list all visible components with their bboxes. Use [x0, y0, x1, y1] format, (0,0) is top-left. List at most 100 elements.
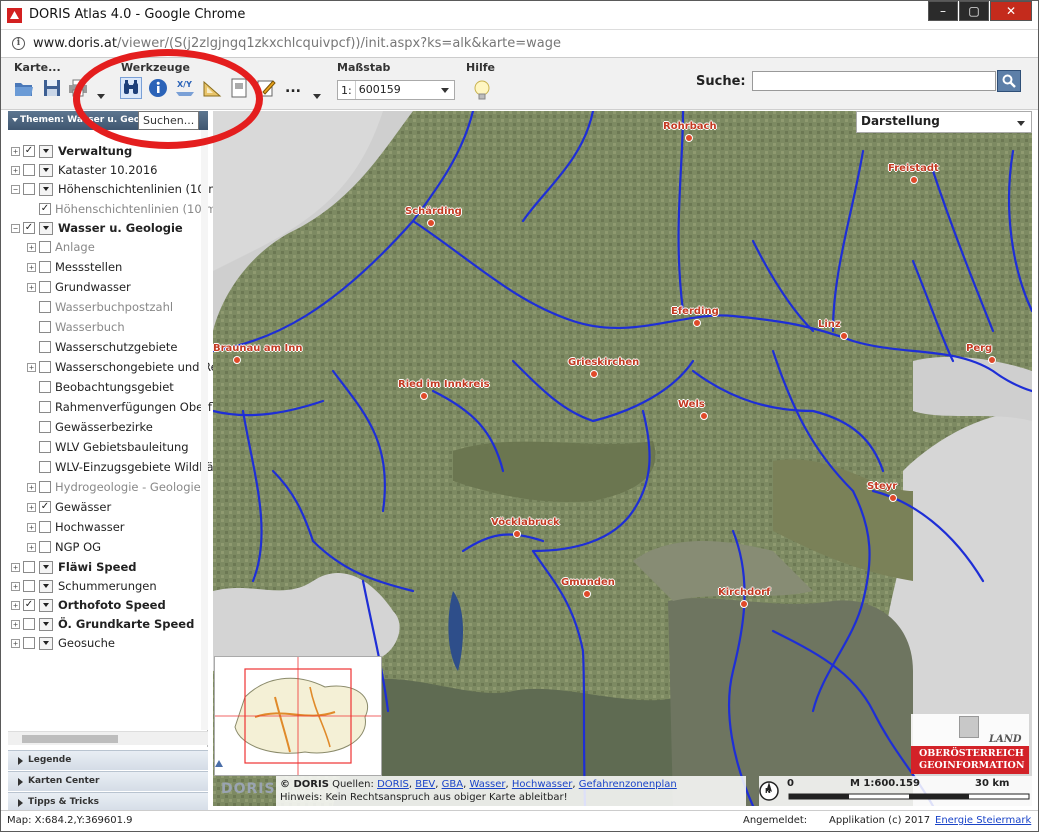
- place-marker-icon[interactable]: [685, 134, 693, 142]
- site-info-icon[interactable]: i: [12, 37, 25, 50]
- save-icon[interactable]: [41, 77, 63, 99]
- expand-icon[interactable]: +: [27, 242, 36, 252]
- place-marker-icon[interactable]: [233, 356, 241, 364]
- layer-checkbox[interactable]: [39, 541, 51, 553]
- layer-checkbox[interactable]: [39, 401, 51, 413]
- layer-checkbox[interactable]: [39, 361, 51, 373]
- place-marker-icon[interactable]: [889, 494, 897, 502]
- search-button[interactable]: [997, 70, 1021, 92]
- layer-options-dropdown[interactable]: [39, 221, 53, 235]
- place-label[interactable]: Vöcklabruck: [491, 517, 560, 528]
- layer-item[interactable]: Wasserbuchpostzahl: [27, 297, 173, 317]
- source-link-bev[interactable]: BEV: [415, 779, 435, 790]
- layer-options-dropdown[interactable]: [39, 144, 53, 158]
- expand-icon[interactable]: +: [27, 362, 36, 372]
- layer-checkbox[interactable]: ✓: [23, 145, 35, 157]
- expand-icon[interactable]: +: [27, 282, 36, 292]
- close-button[interactable]: ✕: [990, 1, 1032, 21]
- layer-options-dropdown[interactable]: [39, 617, 53, 631]
- layer-checkbox[interactable]: [39, 241, 51, 253]
- layer-item[interactable]: − Höhenschichtenlinien (10 m): [11, 179, 224, 199]
- layer-item[interactable]: + Grundwasser: [27, 277, 131, 297]
- overview-map[interactable]: [214, 656, 382, 776]
- scrollbar-thumb[interactable]: [22, 735, 118, 743]
- layer-checkbox[interactable]: [23, 183, 35, 195]
- overview-toggle-icon[interactable]: [215, 759, 223, 767]
- place-label[interactable]: Ried im Innkreis: [398, 379, 490, 390]
- more-tools-button[interactable]: ...: [282, 77, 304, 99]
- layer-checkbox[interactable]: [39, 521, 51, 533]
- layer-item[interactable]: WLV Gebietsbauleitung: [27, 437, 189, 457]
- layer-options-dropdown[interactable]: [39, 182, 53, 196]
- source-link-wasser[interactable]: Wasser: [469, 779, 505, 790]
- layer-checkbox[interactable]: [39, 381, 51, 393]
- layer-item[interactable]: Gewässerbezirke: [27, 417, 153, 437]
- layer-item[interactable]: Beobachtungsgebiet: [27, 377, 174, 397]
- expand-icon[interactable]: +: [11, 165, 20, 175]
- layer-checkbox[interactable]: ✓: [39, 203, 51, 215]
- layer-checkbox[interactable]: ✓: [23, 222, 35, 234]
- place-label[interactable]: Kirchdorf: [718, 587, 770, 598]
- place-label[interactable]: Linz: [818, 319, 841, 330]
- expand-icon[interactable]: +: [11, 638, 20, 648]
- map-view[interactable]: Darstellung Rohrbach Freistadt Schärding Ef…: [213, 111, 1032, 806]
- place-label[interactable]: Eferding: [671, 306, 719, 317]
- expand-icon[interactable]: +: [27, 482, 36, 492]
- scale-select[interactable]: 1: 600159: [337, 80, 455, 100]
- layer-item[interactable]: + ✓ Orthofoto Speed: [11, 595, 166, 615]
- layer-checkbox[interactable]: [39, 341, 51, 353]
- layer-checkbox[interactable]: [39, 421, 51, 433]
- layer-options-dropdown[interactable]: [39, 598, 53, 612]
- panel-tipps-tricks[interactable]: Tipps & Tricks: [8, 792, 208, 812]
- place-label[interactable]: Grieskirchen: [568, 357, 639, 368]
- place-label[interactable]: Schärding: [405, 206, 462, 217]
- expand-icon[interactable]: +: [11, 600, 20, 610]
- werkzeuge-dropdown-arrow[interactable]: [313, 94, 321, 99]
- layer-item[interactable]: + Ö. Grundkarte Speed: [11, 614, 194, 634]
- layer-item[interactable]: + NGP OG: [27, 537, 101, 557]
- place-label[interactable]: Freistadt: [888, 163, 939, 174]
- layer-checkbox[interactable]: [39, 321, 51, 333]
- collapse-icon[interactable]: −: [11, 184, 20, 194]
- place-label[interactable]: Braunau am Inn: [213, 343, 303, 354]
- place-label[interactable]: Wels: [678, 399, 705, 410]
- expand-icon[interactable]: +: [11, 146, 20, 156]
- energie-steiermark-link[interactable]: Energie Steiermark: [935, 815, 1031, 826]
- layer-options-dropdown[interactable]: [39, 579, 53, 593]
- layer-item[interactable]: + Anlage: [27, 237, 95, 257]
- source-link-doris[interactable]: DORIS: [377, 779, 409, 790]
- place-label[interactable]: Steyr: [867, 481, 897, 492]
- place-marker-icon[interactable]: [420, 392, 428, 400]
- place-marker-icon[interactable]: [583, 590, 591, 598]
- layer-checkbox[interactable]: [39, 441, 51, 453]
- layer-item[interactable]: + Schummerungen: [11, 576, 157, 596]
- layer-item[interactable]: − ✓ Wasser u. Geologie: [11, 218, 183, 238]
- expand-icon[interactable]: +: [11, 562, 20, 572]
- help-lightbulb-icon[interactable]: [470, 78, 494, 104]
- layer-item[interactable]: + Messstellen: [27, 257, 122, 277]
- layer-item[interactable]: Wasserbuch: [27, 317, 125, 337]
- expand-icon[interactable]: +: [27, 542, 36, 552]
- source-link-gba[interactable]: GBA: [442, 779, 463, 790]
- place-label[interactable]: Gmunden: [561, 577, 615, 588]
- place-marker-icon[interactable]: [840, 332, 848, 340]
- layer-checkbox[interactable]: [23, 618, 35, 630]
- layer-item[interactable]: + Hydrogeologie - Geologie: [27, 477, 201, 497]
- place-label[interactable]: Rohrbach: [663, 121, 717, 132]
- layer-options-dropdown[interactable]: [39, 636, 53, 650]
- layer-checkbox[interactable]: [23, 561, 35, 573]
- expand-icon[interactable]: +: [27, 522, 36, 532]
- layer-options-dropdown[interactable]: [39, 163, 53, 177]
- panel-karten-center[interactable]: Karten Center: [8, 771, 208, 791]
- layer-item[interactable]: + Hochwasser: [27, 517, 125, 537]
- layer-checkbox[interactable]: [39, 481, 51, 493]
- layer-checkbox[interactable]: ✓: [23, 599, 35, 611]
- layer-item[interactable]: + ✓ Gewässer: [27, 497, 111, 517]
- layer-options-dropdown[interactable]: [39, 560, 53, 574]
- layer-item[interactable]: + Kataster 10.2016: [11, 160, 157, 180]
- layer-checkbox[interactable]: [39, 281, 51, 293]
- place-marker-icon[interactable]: [910, 176, 918, 184]
- place-marker-icon[interactable]: [513, 530, 521, 538]
- maximize-button[interactable]: ▢: [959, 1, 989, 21]
- place-marker-icon[interactable]: [700, 412, 708, 420]
